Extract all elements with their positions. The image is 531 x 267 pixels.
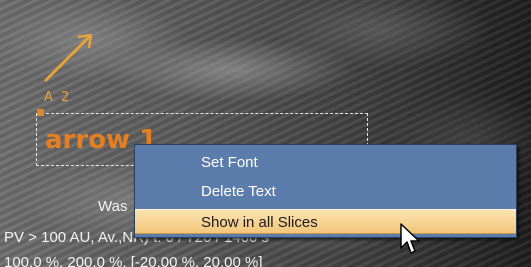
- menu-item-delete-text[interactable]: Delete Text: [135, 179, 516, 204]
- mouse-pointer-icon: [400, 223, 420, 254]
- menu-item-show-in-all-slices[interactable]: Show in all Slices: [135, 209, 516, 234]
- arrow-annotation[interactable]: [40, 28, 100, 86]
- context-menu: Set Font Delete Text Show in all Slices: [134, 144, 517, 238]
- image-viewport[interactable]: A 2 arrow 1 Was PV > 100 AU, Av.,NR) t: …: [0, 0, 531, 267]
- overlay-text-line-1: Was: [98, 198, 128, 215]
- arrow-annotation-tag: A 2: [44, 90, 72, 105]
- overlay-text-line-3: 100.0 %, 200.0 %, [-20.00 %, 20.00 %]: [4, 254, 263, 267]
- menu-item-set-font[interactable]: Set Font: [135, 150, 516, 175]
- text-annotation-handle[interactable]: [37, 109, 44, 116]
